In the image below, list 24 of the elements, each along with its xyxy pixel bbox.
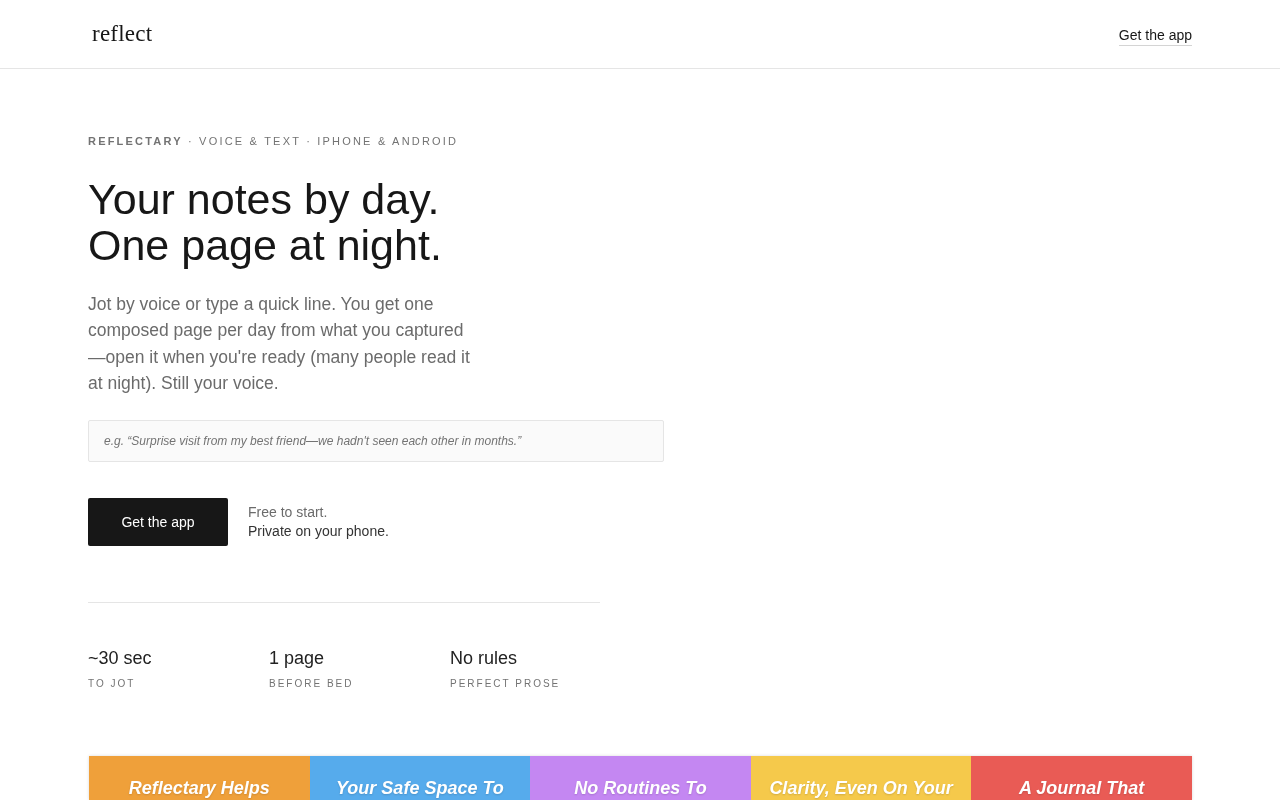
promo-card[interactable]: Reflectary Helps <box>89 756 310 800</box>
get-the-app-link[interactable]: Get the app <box>1118 26 1192 46</box>
get-the-app-button[interactable]: Get the app <box>88 498 228 547</box>
promo-card[interactable]: No Routines To <box>530 756 751 800</box>
stat-value: ~30 sec <box>88 647 152 670</box>
card-title: Clarity, Even On Your <box>769 777 953 800</box>
eyebrow-text: REFLECTARY · VOICE & TEXT · IPHONE & ANDROID <box>88 134 459 149</box>
stat-value: No rules <box>450 647 518 670</box>
card-title: Your Safe Space To <box>336 777 504 800</box>
private-note-text: Private on your phone. <box>248 522 389 542</box>
card-title: A Journal That <box>1019 777 1145 800</box>
intro-paragraph: Jot by voice or type a quick line. You get one composed page per day from what you captured —open it when you're ready (many people read it at night). Still your voice. <box>88 293 471 395</box>
free-to-start-text: Free to start. <box>248 503 329 523</box>
stat-label: BEFORE BED <box>269 678 354 691</box>
stat-label: PERFECT PROSE <box>450 678 561 691</box>
promo-card[interactable]: Your Safe Space To <box>309 756 531 800</box>
card-title: No Routines To <box>574 777 707 800</box>
promo-card[interactable]: A Journal That <box>971 756 1192 800</box>
note-input-field[interactable]: e.g. “Surprise visit from my best friend—we hadn't seen each other in months.” <box>88 420 664 463</box>
headline: Your notes by day. One page at night. <box>88 176 442 268</box>
card-title: Reflectary Helps <box>128 777 270 800</box>
logo[interactable]: reflect <box>92 16 153 52</box>
stat-value: 1 page <box>269 647 325 670</box>
stat-label: TO JOT <box>88 678 136 691</box>
